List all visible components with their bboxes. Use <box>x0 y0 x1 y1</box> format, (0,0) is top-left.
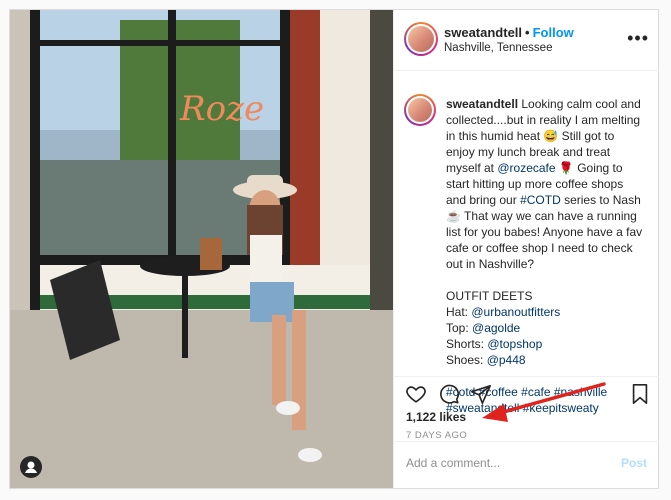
outfit-heading: OUTFIT DEETS <box>446 289 533 303</box>
top-label: Top: <box>446 321 473 335</box>
more-options-icon[interactable]: ••• <box>627 28 649 49</box>
hat-label: Hat: <box>446 305 472 319</box>
caption-username[interactable]: sweatandtell <box>446 97 518 111</box>
instagram-post: Roze sweatandtell • Follow Nashville, Te… <box>9 9 659 489</box>
comment-icon[interactable] <box>438 383 460 410</box>
photo-illustration: Roze <box>10 10 393 488</box>
shoes-mention[interactable]: @p448 <box>487 353 526 367</box>
header-user-line: sweatandtell • Follow <box>444 25 574 40</box>
author-username[interactable]: sweatandtell <box>444 25 522 40</box>
separator-dot: • <box>525 25 530 40</box>
likes-count[interactable]: 1,122 likes <box>406 410 466 424</box>
bookmark-icon[interactable] <box>630 383 650 410</box>
author-avatar[interactable] <box>404 22 438 56</box>
caption-text: sweatandtell Looking calm cool and colle… <box>446 96 646 416</box>
top-mention[interactable]: @agolde <box>472 321 520 335</box>
red-arrow-annotation <box>482 382 606 422</box>
post-photo[interactable]: Roze <box>10 10 393 488</box>
mention-rozecafe[interactable]: @rozecafe <box>497 161 555 175</box>
caption-avatar[interactable] <box>404 94 436 126</box>
caption: sweatandtell Looking calm cool and colle… <box>404 86 649 415</box>
location-link[interactable]: Nashville, Tennessee <box>444 42 552 54</box>
shoes-label: Shoes: <box>446 353 487 367</box>
hat-mention[interactable]: @urbanoutfitters <box>471 305 560 319</box>
tag-user-icon[interactable] <box>20 456 42 478</box>
comment-input[interactable] <box>406 456 606 470</box>
neon-sign: Roze <box>179 89 264 129</box>
hashtag-cotd[interactable]: #COTD <box>520 193 561 207</box>
post-comment-button[interactable]: Post <box>621 456 647 470</box>
shorts-label: Shorts: <box>446 337 488 351</box>
post-header: sweatandtell • Follow Nashville, Tennessee… <box>394 10 659 71</box>
follow-button[interactable]: Follow <box>533 25 574 40</box>
comment-box: Post <box>394 441 659 488</box>
post-date[interactable]: 7 DAYS AGO <box>406 430 467 441</box>
heart-icon[interactable] <box>405 383 427 410</box>
shorts-mention[interactable]: @topshop <box>487 337 542 351</box>
post-sidebar: sweatandtell • Follow Nashville, Tennessee… <box>393 10 659 488</box>
